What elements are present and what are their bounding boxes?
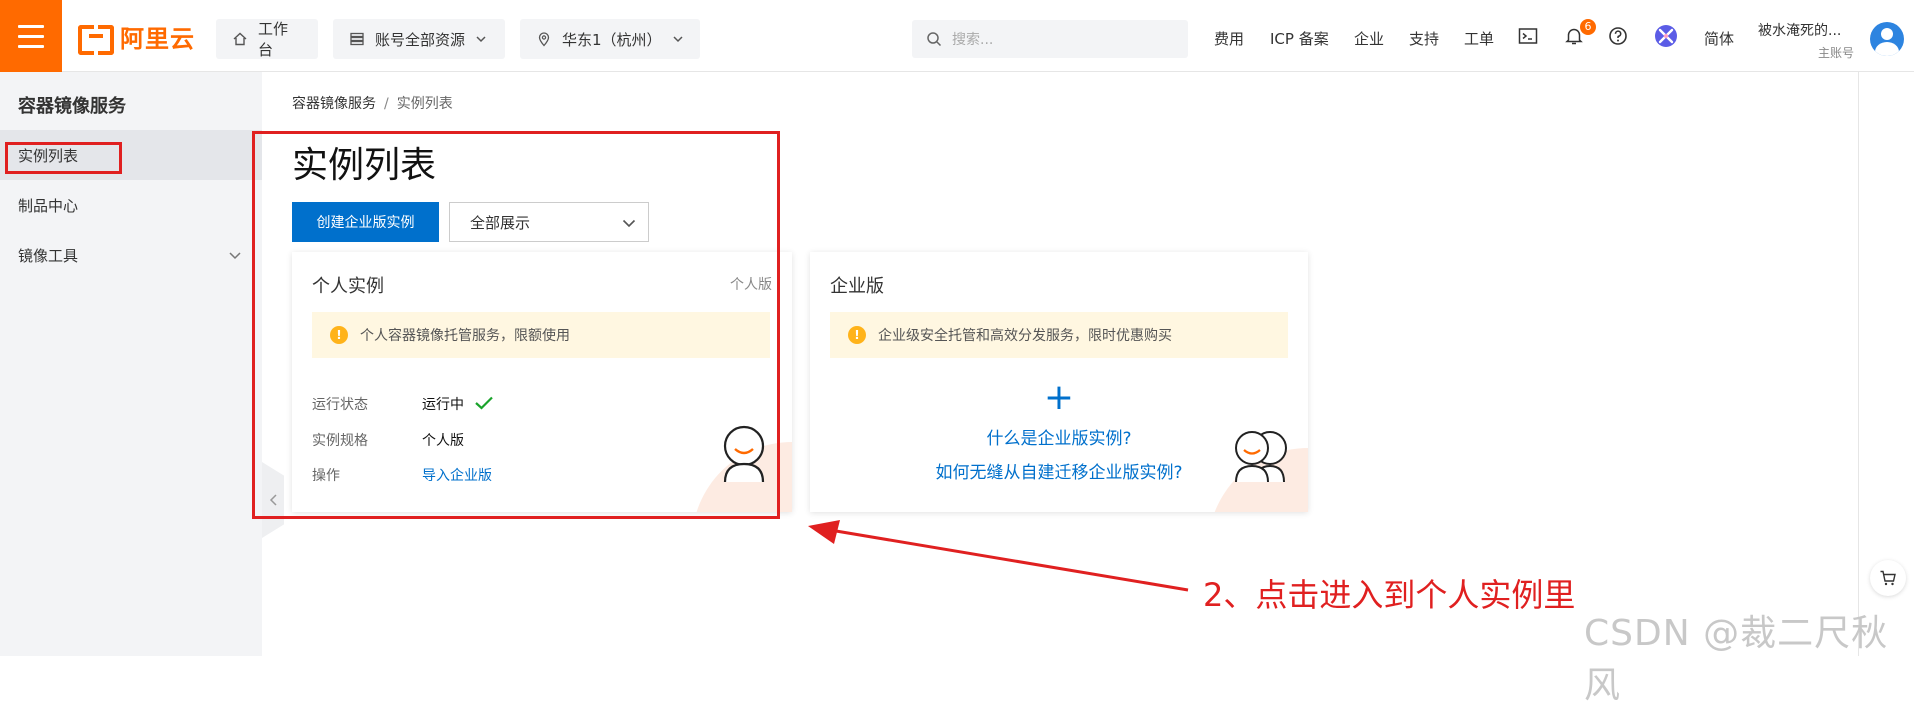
chevron-down-icon (229, 252, 241, 260)
workbench-button[interactable]: 工作台 (216, 19, 318, 59)
aliyun-logo-icon (78, 25, 114, 55)
terminal-icon[interactable] (1518, 26, 1538, 46)
aliyun-logo[interactable]: 阿里云 (78, 22, 195, 55)
ai-assistant-icon[interactable] (1654, 24, 1678, 48)
cart-icon (1880, 570, 1896, 586)
notice-banner: ! 企业级安全托管和高效分发服务，限时优惠购买 (830, 312, 1288, 358)
help-icon[interactable] (1608, 26, 1628, 46)
plus-icon[interactable]: + (810, 380, 1308, 416)
card-title: 企业版 (830, 276, 884, 297)
menu-icon[interactable] (0, 0, 62, 72)
sidebar-item-label: 镜像工具 (18, 246, 79, 265)
region-label: 华东1（杭州） (562, 30, 662, 49)
resources-label: 账号全部资源 (375, 30, 466, 49)
home-icon (233, 32, 247, 46)
sidebar-item-image-tools[interactable]: 镜像工具 (0, 230, 262, 280)
team-illustration-icon (1235, 431, 1287, 483)
workbench-label: 工作台 (258, 20, 289, 59)
sidebar-title: 容器镜像服务 (18, 96, 126, 117)
location-pin-icon (538, 32, 550, 47)
enterprise-instance-card[interactable]: 企业版 ! 企业级安全托管和高效分发服务，限时优惠购买 + 什么是企业版实例? … (810, 252, 1308, 512)
chevron-down-icon (476, 36, 486, 43)
avatar[interactable] (1870, 22, 1904, 56)
nav-link-ticket[interactable]: 工单 (1464, 28, 1494, 50)
link-text[interactable]: 什么是企业版实例? (986, 429, 1131, 449)
breadcrumb-separator: / (384, 96, 389, 112)
annotation-highlight-personal (252, 131, 780, 519)
nav-link-enterprise[interactable]: 企业 (1354, 28, 1384, 50)
sidebar-item-artifact-center[interactable]: 制品中心 (0, 180, 262, 230)
link-text[interactable]: 如何无缝从自建迁移企业版实例? (935, 463, 1182, 483)
shopping-cart-button[interactable] (1870, 560, 1906, 596)
notice-text: 企业级安全托管和高效分发服务，限时优惠购买 (878, 328, 1172, 344)
nav-link-icp[interactable]: ICP 备案 (1270, 28, 1329, 50)
top-navigation-bar: 阿里云 工作台 账号全部资源 华东1（杭州） 搜索... 费用 ICP 备案 企… (0, 0, 1914, 72)
breadcrumb-current: 实例列表 (396, 96, 453, 112)
chevron-down-icon (673, 36, 683, 43)
nav-link-support[interactable]: 支持 (1409, 28, 1439, 50)
notification-badge: 6 (1580, 19, 1596, 35)
stack-icon (350, 32, 364, 46)
logo-text: 阿里云 (120, 24, 195, 53)
annotation-text: 2、点击进入到个人实例里 (1203, 576, 1576, 614)
language-switch[interactable]: 简体 (1704, 28, 1734, 50)
search-input[interactable]: 搜索... (912, 20, 1188, 58)
breadcrumb: 容器镜像服务 / 实例列表 (292, 93, 453, 113)
user-role: 主账号 (1818, 46, 1855, 60)
search-placeholder: 搜索... (952, 32, 994, 48)
user-name[interactable]: 被水淹死的... (1758, 20, 1841, 40)
resources-dropdown[interactable]: 账号全部资源 (333, 19, 505, 59)
watermark: CSDN @裁二尺秋风 (1584, 613, 1889, 706)
warning-icon: ! (848, 326, 866, 344)
region-dropdown[interactable]: 华东1（杭州） (520, 19, 700, 59)
nav-link-billing[interactable]: 费用 (1214, 28, 1244, 50)
breadcrumb-root[interactable]: 容器镜像服务 (292, 96, 376, 112)
sidebar-item-label: 制品中心 (18, 196, 79, 215)
annotation-highlight-sidebar (5, 142, 122, 174)
search-icon (927, 32, 942, 47)
annotation-arrow (808, 520, 1189, 592)
